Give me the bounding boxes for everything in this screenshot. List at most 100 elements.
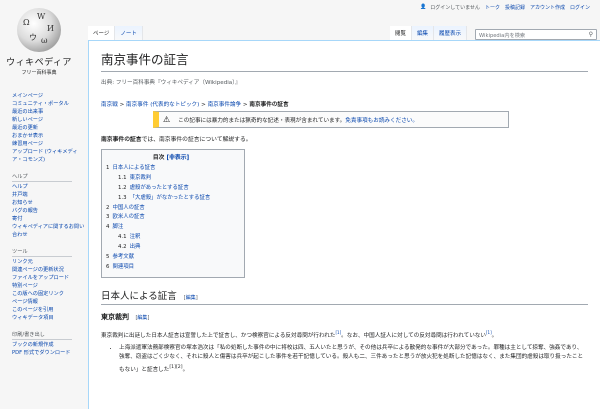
content-warning-box: ⚠ この記事には暴力的または猟奇的な記述・表現が含まれています。 免責事項もお読… (153, 111, 509, 128)
subsection-edit: [編集] (135, 314, 150, 321)
toc-link[interactable]: 脚注 (112, 224, 123, 230)
talk-link[interactable]: トーク (485, 4, 500, 11)
toc-item[interactable]: 4 脚注 (106, 223, 236, 233)
toc-number: 1.1 (118, 174, 127, 181)
toc-link[interactable]: 「大虐殺」がなかったとする証言 (130, 195, 211, 201)
create-account-link[interactable]: アカウント作成 (530, 4, 565, 11)
sidebar-heading-help[interactable]: ヘルプ (12, 173, 72, 182)
sidebar-item-help[interactable]: 井戸端 (12, 191, 86, 199)
tab-read[interactable]: 閲覧 (390, 26, 413, 40)
toc-toggle[interactable]: [非表示] (166, 155, 189, 161)
toc-item[interactable]: 4.2 出典 (106, 243, 236, 253)
sidebar-item-help[interactable]: お知らせ (12, 199, 86, 207)
toc-link[interactable]: 欧米人の証言 (112, 214, 144, 220)
sidebar-item-tool[interactable]: リンク元 (12, 258, 86, 266)
toc-number: 3 (106, 214, 110, 221)
sidebar-item-help[interactable]: ウィキペディアに関するお問い合わせ (12, 223, 86, 239)
sidebar-item-help[interactable]: 寄付 (12, 215, 86, 223)
breadcrumb-link[interactable]: 南京事件論争 (208, 102, 242, 108)
toc-link[interactable]: 参考文献 (112, 254, 134, 260)
page-title: 南京事件の証言 (101, 49, 588, 72)
lead-text: では、南京事件の証言について解説する。 (141, 137, 252, 143)
toc-link[interactable]: 注釈 (130, 234, 141, 240)
sidebar-heading-print[interactable]: 印刷/書き出し (12, 331, 72, 340)
sidebar-item[interactable]: アップロード (ウィキメディア・コモンズ) (12, 148, 86, 164)
tab-history[interactable]: 履歴表示 (434, 26, 468, 40)
toc-heading: 目次 (152, 155, 165, 161)
search-placeholder: Wikipedia内を検索 (479, 33, 526, 39)
breadcrumb: 南京戦 > 南京事件 (代表的なトピック) > 南京事件論争 > 南京事件の証言 (101, 100, 588, 108)
namespace-tabs: ページ ノート (88, 26, 143, 40)
sidebar-item-help[interactable]: バグの報告 (12, 207, 86, 215)
toc-number: 4.1 (118, 234, 127, 241)
sidebar-item-help[interactable]: ヘルプ (12, 183, 86, 191)
warning-text: この記事には暴力的または猟奇的な記述・表現が含まれています。 (178, 117, 346, 124)
user-icon: 👤 (420, 4, 427, 10)
site-logo[interactable]: Ω W И ウ ω ウィキペディア フリー百科事典 (0, 0, 78, 80)
toc-list: 1 日本人による証言 1.1 東京裁判 1.2 虐殺があったとする証言 1.3 「大虐殺」がな… (106, 164, 236, 273)
testimony-list: 上海派遣軍法務部検察官の塚本浩次は「私の処断した事件の中に将校は四、五人いたと思… (119, 344, 588, 376)
breadcrumb-separator: > (199, 102, 208, 108)
toc-link[interactable]: 虐殺があったとする証言 (130, 185, 189, 191)
toc-link[interactable]: 東京裁判 (130, 175, 152, 181)
paragraph-text: 東京裁判に出廷した日本人証言は宣誓した上で証言し、かつ検察官による反対尋問が行わ… (101, 332, 336, 339)
sidebar-item[interactable]: 練習用ページ (12, 140, 86, 148)
sidebar-item-tool[interactable]: ファイルをアップロード (12, 274, 86, 282)
view-tabs: 閲覧 編集 履歴表示 Wikipedia内を検索 ⚲ (390, 26, 598, 40)
sidebar-item-print[interactable]: PDF 形式でダウンロード (12, 349, 86, 357)
wikipedia-globe-icon: Ω W И ウ ω (17, 8, 61, 52)
sidebar-item-tool[interactable]: ページ情報 (12, 298, 86, 306)
toc-item[interactable]: 6 関連項目 (106, 263, 236, 273)
contributions-link[interactable]: 投稿記録 (505, 4, 525, 11)
sidebar-help: ヘルプ 井戸端 お知らせ バグの報告 寄付 ウィキペディアに関するお問い合わせ (12, 183, 86, 239)
toc-item[interactable]: 1.3 「大虐殺」がなかったとする証言 (106, 194, 236, 204)
tab-edit[interactable]: 編集 (412, 26, 435, 40)
disclaimer-link[interactable]: 免責事項もお読みください。 (345, 116, 418, 124)
table-of-contents: 目次 [非表示] 1 日本人による証言 1.1 東京裁判 1.2 虐殺があったとする証言 1… (101, 149, 245, 278)
warning-icon: ⚠ (163, 115, 171, 124)
tab-talk[interactable]: ノート (115, 26, 143, 40)
toc-link[interactable]: 日本人による証言 (112, 165, 155, 171)
toc-link[interactable]: 出典 (130, 244, 141, 250)
sidebar-item[interactable]: メインページ (12, 92, 86, 100)
sidebar-item-tool[interactable]: このページを引用 (12, 306, 86, 314)
sidebar-print: ブックの新規作成 PDF 形式でダウンロード (12, 341, 86, 357)
toc-item[interactable]: 1.2 虐殺があったとする証言 (106, 184, 236, 194)
sidebar-item[interactable]: 最近の更新 (12, 124, 86, 132)
breadcrumb-link[interactable]: 南京戦 (101, 102, 118, 108)
toc-number: 1.3 (118, 194, 127, 201)
paragraph-text: 。なお、中国人証人に対しての反対尋問は行われていない (341, 332, 486, 339)
sidebar-item-print[interactable]: ブックの新規作成 (12, 341, 86, 349)
edit-link[interactable]: 編集 (137, 315, 147, 321)
section-title: 日本人による証言 (101, 290, 177, 302)
tab-page[interactable]: ページ (88, 26, 116, 40)
search-icon[interactable]: ⚲ (589, 31, 593, 38)
toc-item[interactable]: 1.1 東京裁判 (106, 174, 236, 184)
sidebar-item-tool[interactable]: この版への固定リンク (12, 290, 86, 298)
toc-item[interactable]: 1 日本人による証言 (106, 164, 236, 174)
toc-item[interactable]: 2 中国人の証言 (106, 204, 236, 214)
toc-number: 1.2 (118, 184, 127, 191)
sidebar-item[interactable]: おまかせ表示 (12, 132, 86, 140)
sidebar-item-tool[interactable]: 特別ページ (12, 282, 86, 290)
sidebar-item-tool[interactable]: ウィキデータ項目 (12, 314, 86, 322)
paragraph-text: 。 (491, 332, 498, 339)
toc-item[interactable]: 4.1 注釈 (106, 233, 236, 243)
login-link[interactable]: ログイン (570, 4, 590, 11)
article-content: 南京事件の証言 出典: フリー百科事典『ウィキペディア（Wikipedia）』 … (88, 40, 600, 409)
toc-link[interactable]: 中国人の証言 (112, 205, 144, 211)
edit-link[interactable]: 編集 (186, 295, 196, 301)
toc-item[interactable]: 3 欧米人の証言 (106, 213, 236, 223)
toc-link[interactable]: 関連項目 (112, 264, 134, 270)
sidebar-item[interactable]: コミュニティ・ポータル (12, 100, 86, 108)
personal-tools: 👤 ログインしていません トーク 投稿記録 アカウント作成 ログイン (420, 4, 590, 12)
not-logged-in-label: ログインしていません (430, 5, 480, 11)
sidebar-item[interactable]: 新しいページ (12, 116, 86, 124)
sidebar-item[interactable]: 最近の出来事 (12, 108, 86, 116)
toc-item[interactable]: 5 参考文献 (106, 253, 236, 263)
sidebar-item-tool[interactable]: 関連ページの更新状況 (12, 266, 86, 274)
citation-ref[interactable]: [1][2] (169, 365, 182, 370)
breadcrumb-link[interactable]: 南京事件 (代表的なトピック) (126, 102, 199, 108)
search-input[interactable]: Wikipedia内を検索 ⚲ (475, 29, 598, 40)
sidebar-heading-tools[interactable]: ツール (12, 248, 72, 257)
